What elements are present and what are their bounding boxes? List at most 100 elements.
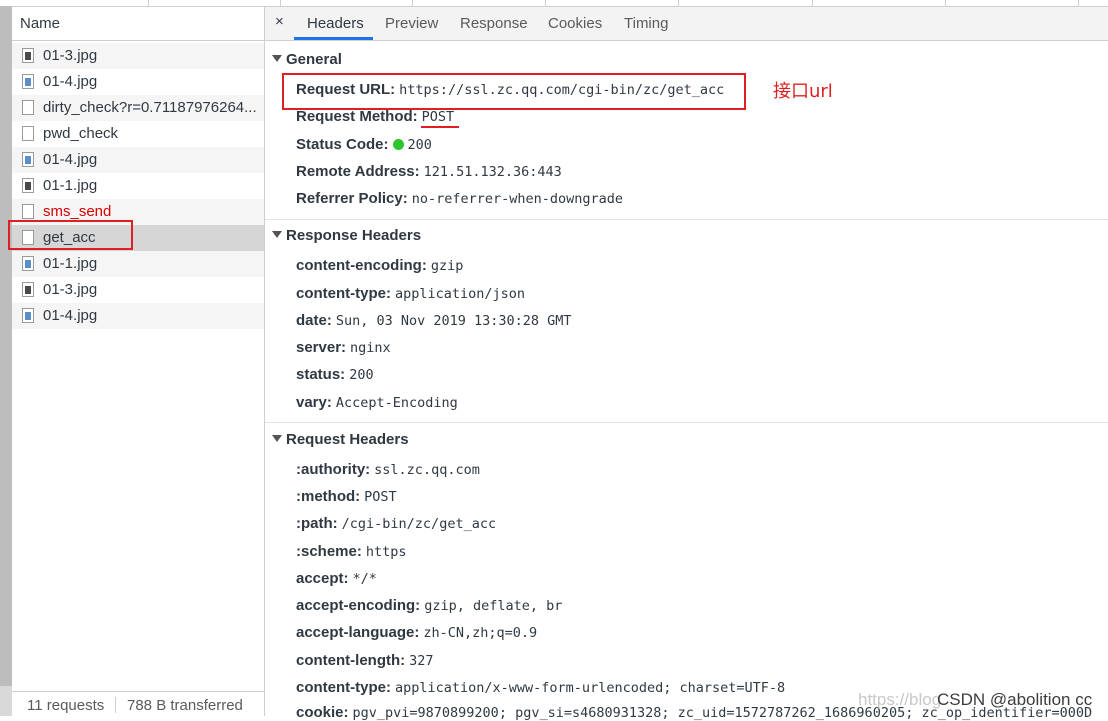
collapse-triangle-icon xyxy=(272,435,282,442)
watermark-faint: https://blog. xyxy=(858,690,946,709)
request-name: 01-3.jpg xyxy=(43,281,98,298)
watermark: CSDN @abolition cc xyxy=(937,690,1093,709)
header-value: 327 xyxy=(409,653,434,669)
network-status-bar: 11 requests 788 B transferred xyxy=(12,691,264,717)
header-key: server: xyxy=(296,339,347,356)
header-row: accept-encoding: gzip, deflate, br xyxy=(296,597,562,614)
status-divider xyxy=(115,697,116,713)
document-file-icon xyxy=(22,126,34,141)
tab-response[interactable]: Response xyxy=(460,15,528,32)
header-value: /cgi-bin/zc/get_acc xyxy=(341,516,497,532)
header-row: accept: */* xyxy=(296,570,377,587)
header-value: Accept-Encoding xyxy=(335,395,458,411)
request-row[interactable]: 01-3.jpg xyxy=(12,43,264,69)
request-name: dirty_check?r=0.71187976264... xyxy=(43,99,257,116)
header-key: content-encoding: xyxy=(296,257,427,274)
request-row[interactable]: 01-4.jpg xyxy=(12,303,264,329)
image-file-icon xyxy=(22,48,34,63)
header-row: :authority: ssl.zc.qq.com xyxy=(296,461,480,478)
name-header-label: Name xyxy=(20,15,61,32)
tab-headers[interactable]: Headers xyxy=(307,15,364,32)
window-top-edge xyxy=(0,0,1108,7)
header-key: date: xyxy=(296,312,332,329)
image-file-icon xyxy=(22,152,34,167)
request-method-value: POST xyxy=(421,109,455,125)
header-row: :method: POST xyxy=(296,488,397,505)
request-row[interactable]: 01-3.jpg xyxy=(12,277,264,303)
response-headers-title: Response Headers xyxy=(286,227,422,244)
remote-address-value: 121.51.132.36:443 xyxy=(423,164,562,180)
header-row: accept-language: zh-CN,zh;q=0.9 xyxy=(296,624,537,641)
header-key: :method: xyxy=(296,488,361,505)
name-column-header[interactable]: Name xyxy=(12,7,264,41)
header-value: POST xyxy=(364,489,397,505)
request-headers-title: Request Headers xyxy=(286,431,409,448)
request-name: 01-3.jpg xyxy=(43,47,98,64)
status-code-value: 200 xyxy=(407,137,432,153)
request-count: 11 requests xyxy=(27,697,105,714)
close-icon[interactable]: × xyxy=(275,13,284,30)
header-key: :path: xyxy=(296,515,338,532)
remote-address-row: Remote Address: 121.51.132.36:443 xyxy=(296,163,562,180)
header-row: content-length: 327 xyxy=(296,652,434,669)
header-key: accept-encoding: xyxy=(296,597,421,614)
collapse-triangle-icon xyxy=(272,231,282,238)
header-key: cookie: xyxy=(296,704,349,721)
header-value: nginx xyxy=(350,340,391,356)
request-row[interactable]: 01-1.jpg xyxy=(12,251,264,277)
header-value: 200 xyxy=(349,367,374,383)
method-underline xyxy=(421,126,459,128)
header-row: :scheme: https xyxy=(296,543,407,560)
header-key: vary: xyxy=(296,394,332,411)
request-row[interactable]: dirty_check?r=0.71187976264... xyxy=(12,95,264,121)
header-row: vary: Accept-Encoding xyxy=(296,394,458,411)
transferred-size: 788 B transferred xyxy=(127,697,243,714)
general-section-title: General xyxy=(286,51,342,68)
header-value: https xyxy=(365,544,407,560)
header-row: content-encoding: gzip xyxy=(296,257,463,274)
request-name: pwd_check xyxy=(43,125,119,142)
request-method-row: Request Method: POST xyxy=(296,108,454,125)
header-value: application/json xyxy=(395,286,526,302)
document-file-icon xyxy=(22,100,34,115)
request-name: 01-4.jpg xyxy=(43,151,98,168)
request-row[interactable]: 01-4.jpg xyxy=(12,147,264,173)
tab-cookies[interactable]: Cookies xyxy=(548,15,602,32)
response-headers-toggle[interactable]: Response Headers xyxy=(272,227,421,244)
request-method-key: Request Method: xyxy=(296,108,418,125)
header-value: gzip xyxy=(430,258,464,274)
header-value: application/x-www-form-urlencoded; chars… xyxy=(395,680,786,696)
image-file-icon xyxy=(22,308,34,323)
tab-timing[interactable]: Timing xyxy=(624,15,668,32)
scrollbar-thumb[interactable] xyxy=(0,686,12,716)
header-key: status: xyxy=(296,366,346,383)
status-code-row: Status Code: 200 xyxy=(296,136,432,153)
section-divider xyxy=(265,219,1108,220)
request-row[interactable]: pwd_check xyxy=(12,121,264,147)
left-scrollbar[interactable] xyxy=(0,6,12,716)
header-key: content-type: xyxy=(296,285,391,302)
request-list-panel: Name 01-3.jpg 01-4.jpg dirty_check?r=0.711… xyxy=(12,7,265,716)
section-divider xyxy=(265,422,1108,423)
header-key: accept-language: xyxy=(296,624,420,641)
active-tab-indicator xyxy=(294,37,373,40)
request-url-highlight-box xyxy=(282,73,746,110)
annotation-label: 接口url xyxy=(773,81,833,102)
header-key: accept: xyxy=(296,570,349,587)
tab-preview[interactable]: Preview xyxy=(385,15,438,32)
referrer-policy-key: Referrer Policy: xyxy=(296,190,408,207)
header-row: :path:/cgi-bin/zc/get_acc xyxy=(296,515,496,532)
request-row[interactable]: 01-4.jpg xyxy=(12,69,264,95)
request-name: 01-1.jpg xyxy=(43,177,98,194)
referrer-policy-value: no-referrer-when-downgrade xyxy=(411,191,624,207)
request-headers-toggle[interactable]: Request Headers xyxy=(272,431,409,448)
header-key: :scheme: xyxy=(296,543,362,560)
request-row[interactable]: 01-1.jpg xyxy=(12,173,264,199)
header-value: Sun, 03 Nov 2019 13:30:28 GMT xyxy=(335,313,572,329)
header-row: content-type: application/json xyxy=(296,285,525,302)
request-name: 01-4.jpg xyxy=(43,73,98,90)
general-section-toggle[interactable]: General xyxy=(272,51,342,68)
status-ok-dot-icon xyxy=(392,139,404,150)
get-acc-highlight-box xyxy=(8,220,133,250)
header-value: ssl.zc.qq.com xyxy=(374,462,480,478)
